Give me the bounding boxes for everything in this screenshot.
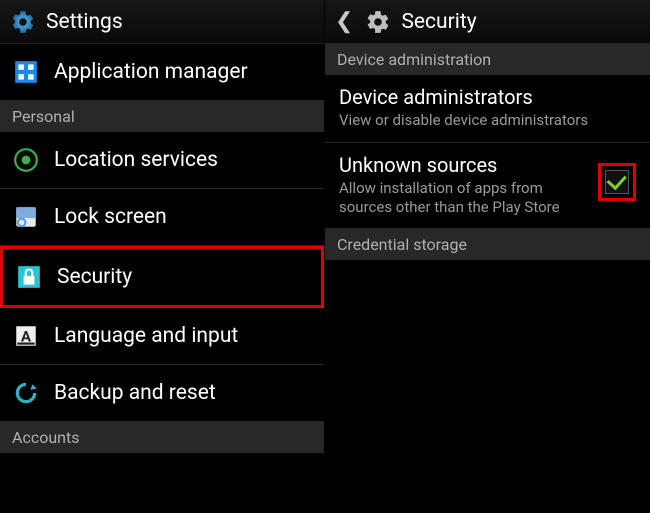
setting-title: Device administrators xyxy=(339,85,636,109)
security-title: Security xyxy=(401,10,476,34)
unknown-sources-checkbox-highlight xyxy=(598,163,636,201)
item-label: Lock screen xyxy=(54,205,167,229)
item-label: Application manager xyxy=(54,60,248,84)
setting-desc: View or disable device administrators xyxy=(339,111,636,130)
item-unknown-sources[interactable]: Unknown sources Allow installation of ap… xyxy=(325,143,650,230)
section-personal: Personal xyxy=(0,101,324,132)
backup-icon xyxy=(12,379,40,407)
item-label: Backup and reset xyxy=(54,381,216,405)
back-icon[interactable]: ❮ xyxy=(335,9,355,34)
gear-icon xyxy=(365,9,391,35)
settings-header: Settings xyxy=(0,0,324,44)
item-security[interactable]: Security xyxy=(0,246,324,308)
security-header: ❮ Security xyxy=(325,0,650,44)
item-label: Security xyxy=(57,265,132,289)
setting-title: Unknown sources xyxy=(339,153,590,177)
item-backup-reset[interactable]: Backup and reset xyxy=(0,365,324,422)
section-device-admin: Device administration xyxy=(325,44,650,75)
item-location-services[interactable]: Location services xyxy=(0,132,324,189)
section-accounts: Accounts xyxy=(0,422,324,453)
item-application-manager[interactable]: Application manager xyxy=(0,44,324,101)
section-credential-storage: Credential storage xyxy=(325,229,650,260)
item-label: Location services xyxy=(54,148,218,172)
security-list: Device administration Device administrat… xyxy=(325,44,650,513)
setting-desc: Allow installation of apps from sources … xyxy=(339,179,590,217)
apps-icon xyxy=(12,58,40,86)
settings-panel: Settings Application manager Personal xyxy=(0,0,325,513)
gear-icon xyxy=(10,9,36,35)
lockscreen-icon xyxy=(12,203,40,231)
item-label: Language and input xyxy=(54,324,238,348)
location-icon xyxy=(12,146,40,174)
item-language-input[interactable]: A Language and input xyxy=(0,308,324,365)
unknown-sources-checkbox[interactable] xyxy=(605,170,629,194)
item-lock-screen[interactable]: Lock screen xyxy=(0,189,324,246)
security-panel: ❮ Security Device administration Device … xyxy=(325,0,650,513)
item-device-administrators[interactable]: Device administrators View or disable de… xyxy=(325,75,650,143)
language-icon: A xyxy=(12,322,40,350)
settings-list: Application manager Personal Location se… xyxy=(0,44,324,513)
settings-title: Settings xyxy=(46,10,123,34)
lock-icon xyxy=(15,263,43,291)
